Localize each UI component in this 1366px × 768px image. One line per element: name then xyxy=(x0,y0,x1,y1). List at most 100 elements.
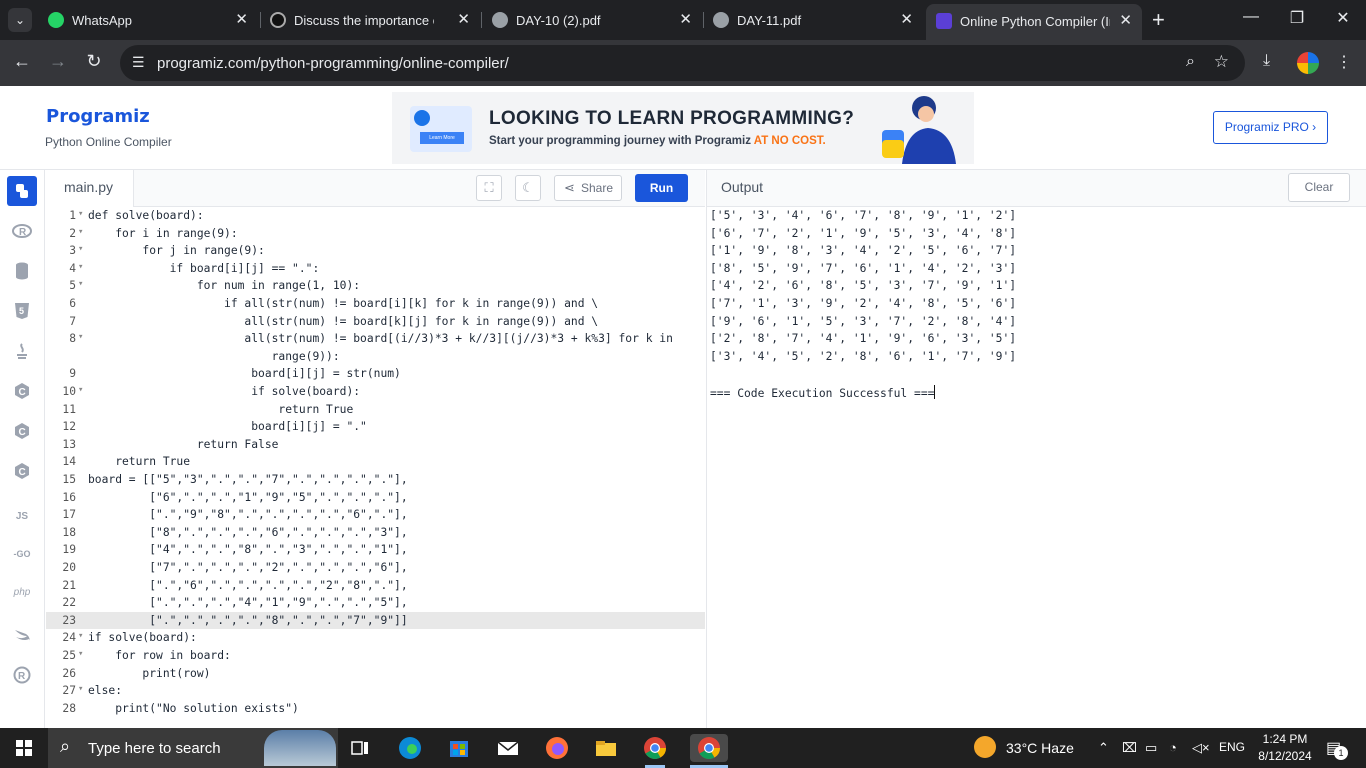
code-text[interactable]: for row in board: xyxy=(88,649,231,662)
csharp-language-icon[interactable]: C xyxy=(7,456,37,486)
microsoft-store-icon[interactable] xyxy=(445,734,473,762)
code-line[interactable]: 24 ▾ if solve(board): xyxy=(46,629,705,647)
restore-button[interactable]: ❐ xyxy=(1274,8,1320,28)
meet-now-icon[interactable]: ⌧ xyxy=(1122,740,1137,756)
browser-tab-day11[interactable]: DAY-11.pdf ✕ xyxy=(703,0,923,40)
mail-icon[interactable] xyxy=(494,734,522,762)
code-text[interactable]: [".",".",".",".","8",".",".","7","9"]] xyxy=(88,614,407,627)
fold-toggle-icon[interactable]: ▾ xyxy=(78,279,83,289)
file-tab-main[interactable]: main.py xyxy=(46,170,134,207)
fold-toggle-icon[interactable]: ▾ xyxy=(78,244,83,254)
code-text[interactable]: ["4",".",".","8",".","3",".",".","1"], xyxy=(88,543,407,556)
code-line[interactable]: 8 ▾ all(str(num) != board[(i//3)*3 + k//3… xyxy=(46,330,705,348)
code-line[interactable]: 23 [".",".",".",".","8",".",".","7","9"]… xyxy=(46,611,705,630)
code-text[interactable]: return True xyxy=(88,403,353,416)
menu-dots-icon[interactable]: ⋮ xyxy=(1336,52,1352,72)
code-text[interactable]: if board[i][j] == ".": xyxy=(88,262,320,275)
code-text[interactable]: board[i][j] = "." xyxy=(88,420,367,433)
fold-toggle-icon[interactable]: ▾ xyxy=(78,649,83,659)
system-clock[interactable]: 1:24 PM 8/12/2024 xyxy=(1253,731,1317,765)
windows-start-icon[interactable] xyxy=(16,740,32,756)
code-line[interactable]: 14 return True xyxy=(46,453,705,471)
code-text[interactable]: else: xyxy=(88,684,122,697)
minimize-button[interactable]: — xyxy=(1228,8,1274,26)
code-line[interactable]: 19 ["4",".",".","8",".","3",".",".","1"]… xyxy=(46,541,705,559)
code-text[interactable]: print(row) xyxy=(88,667,210,680)
address-bar[interactable]: ☰ programiz.com/python-programming/onlin… xyxy=(120,45,1245,81)
code-text[interactable]: for num in range(1, 10): xyxy=(88,279,360,292)
fold-toggle-icon[interactable]: ▾ xyxy=(78,684,83,694)
battery-icon[interactable]: ▭ xyxy=(1145,740,1157,756)
close-window-button[interactable]: ✕ xyxy=(1320,8,1366,28)
code-text[interactable]: ["6",".",".","1","9","5",".",".","."], xyxy=(88,491,407,504)
reload-icon[interactable]: ↻ xyxy=(82,51,106,72)
go-language-icon[interactable]: -GO xyxy=(7,539,37,569)
code-text[interactable]: for i in range(9): xyxy=(88,227,237,240)
java-icon[interactable] xyxy=(7,336,37,366)
weather-sun-icon[interactable] xyxy=(974,736,996,758)
code-line[interactable]: 6 if all(str(num) != board[i][k] for k i… xyxy=(46,295,705,313)
share-button[interactable]: ⋖ Share xyxy=(554,175,622,201)
close-tab-icon[interactable]: ✕ xyxy=(235,10,248,28)
fold-toggle-icon[interactable]: ▾ xyxy=(78,262,83,272)
notification-center-icon[interactable]: ▤ 1 xyxy=(1326,738,1348,760)
back-arrow-icon[interactable]: ← xyxy=(10,51,34,72)
code-line[interactable]: 22 [".",".",".","4","1","9",".",".","5"]… xyxy=(46,594,705,612)
output-console[interactable]: ['5', '3', '4', '6', '7', '8', '9', '1',… xyxy=(706,207,1366,728)
firefox-icon[interactable] xyxy=(543,734,571,762)
code-text[interactable]: ["8",".",".",".","6",".",".",".","3"], xyxy=(88,526,407,539)
taskbar-search-box[interactable]: ⌕ Type here to search xyxy=(48,728,338,768)
r-language-icon[interactable]: R xyxy=(7,216,37,246)
code-text[interactable]: for j in range(9): xyxy=(88,244,264,257)
profile-avatar[interactable] xyxy=(1297,52,1319,74)
tab-search-button[interactable]: ⌄ xyxy=(8,8,32,32)
python-icon[interactable] xyxy=(7,176,37,206)
code-text[interactable]: all(str(num) != board[(i//3)*3 + k//3][(… xyxy=(88,332,673,345)
code-text[interactable]: ["7",".",".",".","2",".",".",".","6"], xyxy=(88,561,407,574)
volume-muted-icon[interactable]: ◁× xyxy=(1192,740,1210,756)
code-line[interactable]: 26 print(row) xyxy=(46,665,705,683)
code-editor[interactable]: 1 ▾ def solve(board): 2 ▾ for i in range(9):… xyxy=(46,207,705,728)
code-line[interactable]: 28 print("No solution exists") xyxy=(46,700,705,718)
code-line[interactable]: 25 ▾ for row in board: xyxy=(46,647,705,665)
url-text[interactable]: programiz.com/python-programming/online-… xyxy=(157,55,509,72)
close-tab-icon[interactable]: ✕ xyxy=(457,10,470,28)
code-line[interactable]: 5 ▾ for num in range(1, 10): xyxy=(46,277,705,295)
rust-icon[interactable]: R xyxy=(7,660,37,690)
code-text[interactable]: [".","6",".",".",".",".","2","8","."], xyxy=(88,579,407,592)
code-line[interactable]: 2 ▾ for i in range(9): xyxy=(46,225,705,243)
code-text[interactable]: if solve(board): xyxy=(88,385,360,398)
run-button[interactable]: Run xyxy=(635,174,688,202)
programiz-logo[interactable]: Programiz xyxy=(46,106,150,127)
code-text[interactable]: board = [["5","3",".",".","7",".",".",".… xyxy=(88,473,408,486)
code-text[interactable]: all(str(num) != board[k][j] for k in ran… xyxy=(88,315,598,328)
browser-tab-whatsapp[interactable]: WhatsApp ✕ xyxy=(38,0,258,40)
weather-text[interactable]: 33°C Haze xyxy=(1006,740,1074,756)
browser-tab-programiz[interactable]: Online Python Compiler (Inte ✕ xyxy=(926,4,1142,40)
site-info-icon[interactable]: ☰ xyxy=(132,54,145,71)
clear-button[interactable]: Clear xyxy=(1288,173,1350,202)
fullscreen-icon[interactable]: ⛶ xyxy=(476,175,502,201)
code-text[interactable]: [".","9","8",".",".",".",".","6","."], xyxy=(88,508,407,521)
download-icon[interactable]: ⤓ xyxy=(1263,52,1270,70)
sql-database-icon[interactable] xyxy=(7,256,37,286)
zoom-icon[interactable]: ⌕ xyxy=(1186,53,1195,71)
fold-toggle-icon[interactable]: ▾ xyxy=(78,227,83,237)
code-text[interactable]: return False xyxy=(88,438,279,451)
swift-icon[interactable] xyxy=(7,620,37,650)
code-line[interactable]: 1 ▾ def solve(board): xyxy=(46,207,705,225)
cpp-language-icon[interactable]: C xyxy=(7,416,37,446)
fold-toggle-icon[interactable]: ▾ xyxy=(78,332,83,342)
code-text[interactable]: board[i][j] = str(num) xyxy=(88,367,401,380)
file-explorer-icon[interactable] xyxy=(592,734,620,762)
close-tab-icon[interactable]: ✕ xyxy=(900,10,913,28)
code-line[interactable]: 27 ▾ else: xyxy=(46,682,705,700)
chrome-active-icon[interactable] xyxy=(690,734,728,762)
fold-toggle-icon[interactable]: ▾ xyxy=(78,209,83,219)
code-line[interactable]: 12 board[i][j] = "." xyxy=(46,418,705,436)
edge-browser-icon[interactable] xyxy=(396,734,424,762)
language-indicator[interactable]: ENG xyxy=(1219,740,1245,754)
code-text[interactable]: range(9)): xyxy=(88,350,340,363)
code-text[interactable]: def solve(board): xyxy=(88,209,204,222)
code-line[interactable]: 11 return True xyxy=(46,401,705,419)
